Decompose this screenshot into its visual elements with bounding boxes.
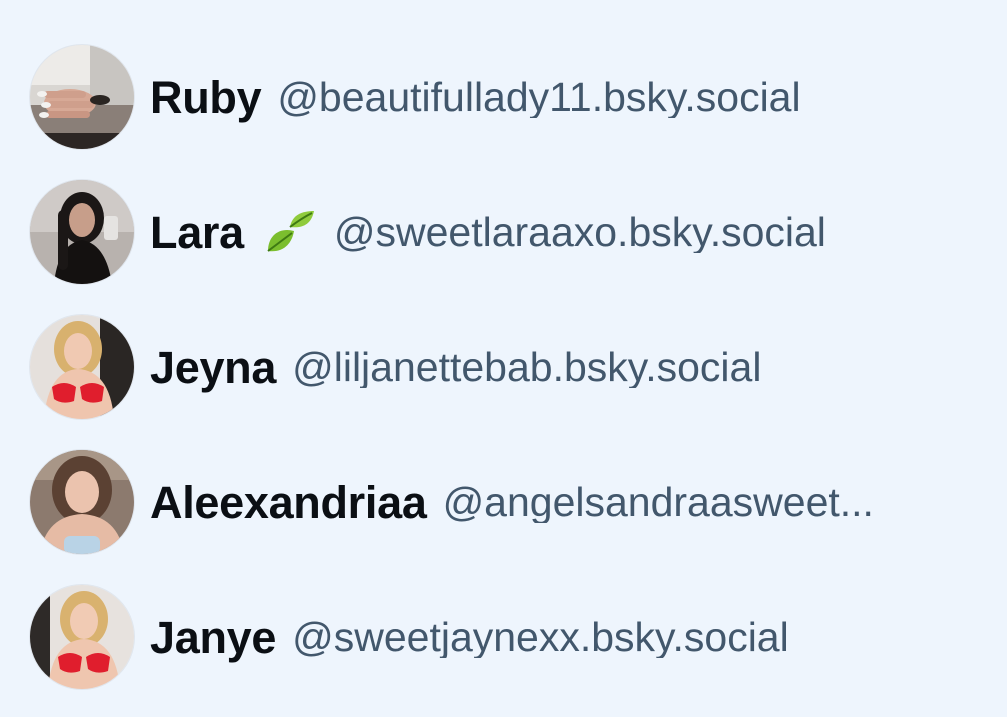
- display-name[interactable]: Janye: [150, 615, 276, 660]
- avatar[interactable]: [30, 585, 134, 689]
- account-text: Jeyna @liljanettebab.bsky.social: [150, 300, 1007, 435]
- display-name[interactable]: Lara: [150, 210, 244, 255]
- account-row-jeyna[interactable]: Jeyna @liljanettebab.bsky.social: [0, 300, 1007, 435]
- account-text: Janye @sweetjaynexx.bsky.social: [150, 570, 1007, 705]
- display-name[interactable]: Jeyna: [150, 345, 276, 390]
- avatar-image: [30, 450, 134, 554]
- avatar[interactable]: [30, 180, 134, 284]
- avatar-image: [30, 180, 134, 284]
- account-text: Aleexandriaa @angelsandraasweet...: [150, 435, 1007, 570]
- display-name[interactable]: Ruby: [150, 75, 262, 120]
- avatar[interactable]: [30, 45, 134, 149]
- user-handle[interactable]: @sweetjaynexx.bsky.social: [292, 617, 793, 658]
- avatar[interactable]: [30, 315, 134, 419]
- account-row-aleexandriaa[interactable]: Aleexandriaa @angelsandraasweet...: [0, 435, 1007, 570]
- account-row-ruby[interactable]: Ruby @beautifullady11.bsky.social: [0, 30, 1007, 165]
- avatar-image: [30, 45, 134, 149]
- account-text: Ruby @beautifullady11.bsky.social: [150, 30, 1007, 165]
- avatar-image: [30, 585, 134, 689]
- user-handle[interactable]: @angelsandraasweet...: [443, 482, 878, 523]
- user-handle[interactable]: @sweetlaraaxo.bsky.social: [334, 212, 830, 253]
- account-list: Ruby @beautifullady11.bsky.social Lara @…: [0, 30, 1007, 705]
- leaf-fluttering-icon: [262, 205, 318, 261]
- account-text: Lara @sweetlaraaxo.bsky.social: [150, 165, 1007, 300]
- display-name[interactable]: Aleexandriaa: [150, 480, 427, 525]
- avatar-image: [30, 315, 134, 419]
- account-row-janye[interactable]: Janye @sweetjaynexx.bsky.social: [0, 570, 1007, 705]
- user-handle[interactable]: @liljanettebab.bsky.social: [292, 347, 765, 388]
- avatar[interactable]: [30, 450, 134, 554]
- user-handle[interactable]: @beautifullady11.bsky.social: [277, 77, 804, 118]
- account-row-lara[interactable]: Lara @sweetlaraaxo.bsky.social: [0, 165, 1007, 300]
